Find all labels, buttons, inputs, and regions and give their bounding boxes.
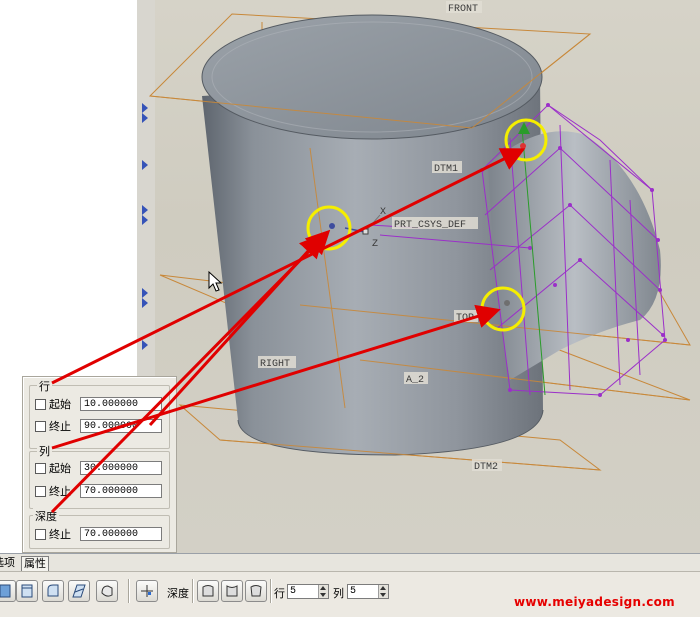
axis-select-button[interactable] bbox=[136, 580, 158, 602]
depth-end-checkbox[interactable] bbox=[35, 528, 46, 540]
x-axis-label: X bbox=[380, 207, 386, 218]
dtm2-label[interactable]: DTM2 bbox=[474, 462, 498, 473]
lattice-properties-panel: 行 起始 10.000000 终止 90.000000 列 起始 30.0000… bbox=[22, 376, 177, 553]
rows-start-checkbox[interactable] bbox=[35, 398, 46, 410]
watermark-text: www.meiyadesign.com bbox=[514, 595, 675, 609]
rows-start-row: 起始 10.000000 bbox=[35, 395, 162, 413]
depth-option-two-button[interactable] bbox=[221, 580, 243, 602]
cols-start-row: 起始 30.000000 bbox=[35, 459, 162, 477]
depth-end-row: 终止 70.000000 bbox=[35, 525, 162, 543]
depth-option-one-button[interactable] bbox=[197, 580, 219, 602]
stepper-arrows-icon[interactable] bbox=[378, 585, 388, 598]
cols-count-stepper[interactable]: 5 bbox=[347, 584, 389, 599]
revolve-lattice-button[interactable] bbox=[96, 580, 118, 602]
cols-end-row: 终止 70.000000 bbox=[35, 482, 162, 500]
tab-properties[interactable]: 属性 bbox=[21, 556, 49, 572]
depth-end-input[interactable]: 70.000000 bbox=[80, 527, 162, 541]
dashboard-tab-strip: 选项 属性 bbox=[0, 553, 700, 572]
cols-start-input[interactable]: 30.000000 bbox=[80, 461, 162, 475]
rows-end-row: 终止 90.000000 bbox=[35, 417, 162, 435]
axis-a2-label[interactable]: A_2 bbox=[406, 375, 424, 386]
mouse-cursor-icon bbox=[208, 270, 223, 292]
cylinder-body[interactable] bbox=[201, 14, 544, 456]
toolbar-separator bbox=[270, 579, 271, 603]
depth-option-three-button[interactable] bbox=[245, 580, 267, 602]
rows-end-checkbox[interactable] bbox=[35, 420, 46, 432]
depth-group-title: 深度 bbox=[33, 508, 59, 524]
rows-count-label: 行 bbox=[274, 588, 285, 600]
z-axis-label: Z bbox=[372, 239, 378, 250]
application-window: FRONT DTM1 PRT_CSYS_DEF X Z RIGHT A_2 TO… bbox=[0, 0, 700, 617]
depth-end-label: 终止 bbox=[49, 529, 71, 541]
rows-start-input[interactable]: 10.000000 bbox=[80, 397, 162, 411]
csys-label[interactable]: PRT_CSYS_DEF bbox=[394, 220, 466, 231]
rows-count-value: 5 bbox=[290, 586, 297, 597]
cylinder-lattice-button[interactable] bbox=[42, 580, 64, 602]
rows-end-label: 终止 bbox=[49, 421, 71, 433]
rows-group-title: 行 bbox=[37, 378, 52, 394]
rows-end-input[interactable]: 90.000000 bbox=[80, 419, 162, 433]
cols-group-title: 列 bbox=[37, 443, 52, 459]
lattice-type-button[interactable] bbox=[0, 580, 16, 602]
dashboard-toolbar: 深度 行 5 列 5 bbox=[0, 571, 700, 617]
cols-end-label: 终止 bbox=[49, 486, 71, 498]
right-label[interactable]: RIGHT bbox=[260, 359, 290, 370]
dtm1-label[interactable]: DTM1 bbox=[434, 164, 458, 175]
tab-options[interactable]: 选项 bbox=[0, 556, 15, 570]
cols-end-checkbox[interactable] bbox=[35, 485, 46, 497]
cols-count-label: 列 bbox=[333, 588, 344, 600]
toolbar-separator bbox=[192, 579, 193, 603]
cols-start-label: 起始 bbox=[49, 463, 71, 475]
box-lattice-button[interactable] bbox=[16, 580, 38, 602]
toolbar-separator bbox=[128, 579, 129, 603]
rows-start-label: 起始 bbox=[49, 399, 71, 411]
rows-count-stepper[interactable]: 5 bbox=[287, 584, 329, 599]
side-bump[interactable] bbox=[488, 131, 661, 380]
sphere-lattice-button[interactable] bbox=[68, 580, 90, 602]
cols-start-checkbox[interactable] bbox=[35, 462, 46, 474]
top-label[interactable]: TOP bbox=[456, 313, 474, 324]
cols-count-value: 5 bbox=[350, 586, 357, 597]
cols-end-input[interactable]: 70.000000 bbox=[80, 484, 162, 498]
front-label[interactable]: FRONT bbox=[448, 4, 478, 15]
stepper-arrows-icon[interactable] bbox=[318, 585, 328, 598]
depth-label: 深度 bbox=[167, 588, 189, 600]
